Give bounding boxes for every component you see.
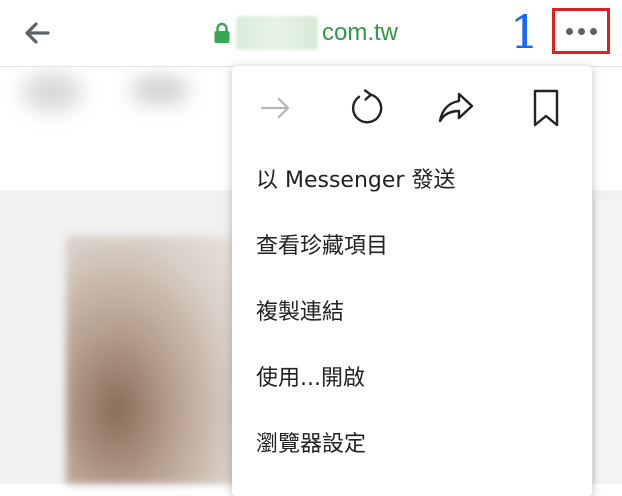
blurred-content [130, 76, 190, 104]
bookmark-icon[interactable] [526, 88, 566, 128]
more-horiz-icon [565, 27, 573, 35]
more-horiz-icon [577, 27, 585, 35]
back-button[interactable] [22, 18, 52, 48]
overflow-menu: 以 Messenger 發送 查看珍藏項目 複製連結 使用...開啟 瀏覽器設定 [232, 66, 592, 496]
content-edge [594, 200, 622, 484]
more-options-button[interactable] [552, 8, 610, 54]
lock-icon [213, 22, 231, 44]
blurred-content [22, 72, 82, 112]
menu-action-row [232, 66, 592, 148]
menu-item-browser-settings[interactable]: 瀏覽器設定 [232, 412, 592, 478]
share-icon[interactable] [436, 88, 476, 128]
more-horiz-icon [589, 27, 597, 35]
blurred-photo [66, 236, 236, 484]
url-text[interactable]: com.tw [322, 18, 398, 48]
arrow-left-icon [25, 22, 50, 44]
forward-icon[interactable] [256, 88, 296, 128]
step-number-label: 1 [510, 5, 540, 59]
menu-item-open-with[interactable]: 使用...開啟 [232, 346, 592, 412]
menu-item-copy-link[interactable]: 複製連結 [232, 280, 592, 346]
obscured-domain [236, 16, 318, 50]
menu-item-view-saved[interactable]: 查看珍藏項目 [232, 214, 592, 280]
menu-item-send-messenger[interactable]: 以 Messenger 發送 [232, 148, 592, 214]
address-bar: com.tw 1 [0, 0, 622, 67]
reload-icon[interactable] [346, 88, 386, 128]
